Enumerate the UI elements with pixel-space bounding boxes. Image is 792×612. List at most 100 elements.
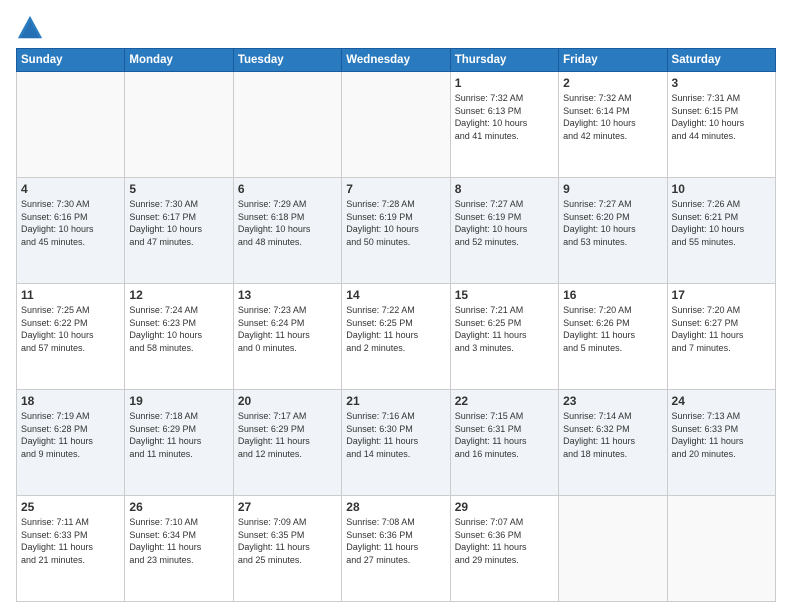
calendar-cell: 26 Sunrise: 7:10 AM Sunset: 6:34 PM Dayli… bbox=[125, 496, 233, 602]
day-number: 21 bbox=[346, 394, 445, 408]
calendar-cell: 29 Sunrise: 7:07 AM Sunset: 6:36 PM Dayli… bbox=[450, 496, 558, 602]
calendar-cell: 9 Sunrise: 7:27 AM Sunset: 6:20 PM Daylig… bbox=[559, 178, 667, 284]
calendar-cell bbox=[17, 72, 125, 178]
day-number: 6 bbox=[238, 182, 337, 196]
calendar-cell: 13Sunrise: 7:23 AM Sunset: 6:24 PM Dayli… bbox=[233, 284, 341, 390]
calendar-cell: 25Sunrise: 7:11 AM Sunset: 6:33 PM Dayli… bbox=[17, 496, 125, 602]
calendar-cell: 12 Sunrise: 7:24 AM Sunset: 6:23 PM Dayli… bbox=[125, 284, 233, 390]
calendar-cell: 24Sunrise: 7:13 AM Sunset: 6:33 PM Dayli… bbox=[667, 390, 775, 496]
day-info: Sunrise: 7:07 AM Sunset: 6:36 PM Dayligh… bbox=[455, 516, 554, 566]
calendar-cell: 28 Sunrise: 7:08 AM Sunset: 6:36 PM Dayli… bbox=[342, 496, 450, 602]
weekday-header-friday: Friday bbox=[559, 49, 667, 72]
day-number: 23 bbox=[563, 394, 662, 408]
day-info: Sunrise: 7:22 AM Sunset: 6:25 PM Dayligh… bbox=[346, 304, 445, 354]
day-number: 27 bbox=[238, 500, 337, 514]
calendar-cell: 16 Sunrise: 7:20 AM Sunset: 6:26 PM Dayli… bbox=[559, 284, 667, 390]
day-info: Sunrise: 7:28 AM Sunset: 6:19 PM Dayligh… bbox=[346, 198, 445, 248]
calendar-week-row: 1 Sunrise: 7:32 AM Sunset: 6:13 PM Daylig… bbox=[17, 72, 776, 178]
day-number: 15 bbox=[455, 288, 554, 302]
calendar-cell: 8 Sunrise: 7:27 AM Sunset: 6:19 PM Daylig… bbox=[450, 178, 558, 284]
calendar-cell: 5Sunrise: 7:30 AM Sunset: 6:17 PM Daylig… bbox=[125, 178, 233, 284]
day-info: Sunrise: 7:27 AM Sunset: 6:19 PM Dayligh… bbox=[455, 198, 554, 248]
day-number: 3 bbox=[672, 76, 771, 90]
calendar-cell: 4 Sunrise: 7:30 AM Sunset: 6:16 PM Daylig… bbox=[17, 178, 125, 284]
weekday-header-thursday: Thursday bbox=[450, 49, 558, 72]
calendar-cell: 17 Sunrise: 7:20 AM Sunset: 6:27 PM Dayli… bbox=[667, 284, 775, 390]
weekday-header-row: SundayMondayTuesdayWednesdayThursdayFrid… bbox=[17, 49, 776, 72]
day-number: 22 bbox=[455, 394, 554, 408]
calendar-table: SundayMondayTuesdayWednesdayThursdayFrid… bbox=[16, 48, 776, 602]
weekday-header-tuesday: Tuesday bbox=[233, 49, 341, 72]
day-number: 28 bbox=[346, 500, 445, 514]
day-number: 26 bbox=[129, 500, 228, 514]
day-number: 20 bbox=[238, 394, 337, 408]
day-info: Sunrise: 7:31 AM Sunset: 6:15 PM Dayligh… bbox=[672, 92, 771, 142]
calendar-header bbox=[16, 10, 776, 42]
day-number: 1 bbox=[455, 76, 554, 90]
day-info: Sunrise: 7:16 AM Sunset: 6:30 PM Dayligh… bbox=[346, 410, 445, 460]
calendar-cell bbox=[125, 72, 233, 178]
day-info: Sunrise: 7:09 AM Sunset: 6:35 PM Dayligh… bbox=[238, 516, 337, 566]
day-info: Sunrise: 7:14 AM Sunset: 6:32 PM Dayligh… bbox=[563, 410, 662, 460]
weekday-header-saturday: Saturday bbox=[667, 49, 775, 72]
calendar-week-row: 25Sunrise: 7:11 AM Sunset: 6:33 PM Dayli… bbox=[17, 496, 776, 602]
calendar-cell: 11 Sunrise: 7:25 AM Sunset: 6:22 PM Dayli… bbox=[17, 284, 125, 390]
calendar-cell: 23 Sunrise: 7:14 AM Sunset: 6:32 PM Dayli… bbox=[559, 390, 667, 496]
calendar-cell bbox=[233, 72, 341, 178]
calendar-cell: 18Sunrise: 7:19 AM Sunset: 6:28 PM Dayli… bbox=[17, 390, 125, 496]
day-number: 19 bbox=[129, 394, 228, 408]
day-info: Sunrise: 7:29 AM Sunset: 6:18 PM Dayligh… bbox=[238, 198, 337, 248]
day-info: Sunrise: 7:15 AM Sunset: 6:31 PM Dayligh… bbox=[455, 410, 554, 460]
day-number: 8 bbox=[455, 182, 554, 196]
day-number: 25 bbox=[21, 500, 120, 514]
day-number: 14 bbox=[346, 288, 445, 302]
day-number: 12 bbox=[129, 288, 228, 302]
day-number: 10 bbox=[672, 182, 771, 196]
calendar-week-row: 4 Sunrise: 7:30 AM Sunset: 6:16 PM Daylig… bbox=[17, 178, 776, 284]
day-info: Sunrise: 7:20 AM Sunset: 6:27 PM Dayligh… bbox=[672, 304, 771, 354]
day-number: 2 bbox=[563, 76, 662, 90]
calendar-cell: 22 Sunrise: 7:15 AM Sunset: 6:31 PM Dayli… bbox=[450, 390, 558, 496]
day-info: Sunrise: 7:20 AM Sunset: 6:26 PM Dayligh… bbox=[563, 304, 662, 354]
day-number: 9 bbox=[563, 182, 662, 196]
calendar-cell bbox=[342, 72, 450, 178]
calendar-week-row: 11 Sunrise: 7:25 AM Sunset: 6:22 PM Dayli… bbox=[17, 284, 776, 390]
day-info: Sunrise: 7:32 AM Sunset: 6:14 PM Dayligh… bbox=[563, 92, 662, 142]
day-info: Sunrise: 7:24 AM Sunset: 6:23 PM Dayligh… bbox=[129, 304, 228, 354]
day-number: 17 bbox=[672, 288, 771, 302]
calendar-cell: 10Sunrise: 7:26 AM Sunset: 6:21 PM Dayli… bbox=[667, 178, 775, 284]
calendar-cell: 6 Sunrise: 7:29 AM Sunset: 6:18 PM Daylig… bbox=[233, 178, 341, 284]
logo-icon bbox=[16, 14, 44, 42]
calendar-cell: 19Sunrise: 7:18 AM Sunset: 6:29 PM Dayli… bbox=[125, 390, 233, 496]
day-number: 7 bbox=[346, 182, 445, 196]
calendar-cell: 1 Sunrise: 7:32 AM Sunset: 6:13 PM Daylig… bbox=[450, 72, 558, 178]
calendar-cell bbox=[559, 496, 667, 602]
calendar-cell: 2 Sunrise: 7:32 AM Sunset: 6:14 PM Daylig… bbox=[559, 72, 667, 178]
day-number: 18 bbox=[21, 394, 120, 408]
calendar-cell: 7 Sunrise: 7:28 AM Sunset: 6:19 PM Daylig… bbox=[342, 178, 450, 284]
day-number: 29 bbox=[455, 500, 554, 514]
weekday-header-monday: Monday bbox=[125, 49, 233, 72]
calendar-cell: 20 Sunrise: 7:17 AM Sunset: 6:29 PM Dayli… bbox=[233, 390, 341, 496]
calendar-cell: 21 Sunrise: 7:16 AM Sunset: 6:30 PM Dayli… bbox=[342, 390, 450, 496]
calendar-cell: 27 Sunrise: 7:09 AM Sunset: 6:35 PM Dayli… bbox=[233, 496, 341, 602]
day-info: Sunrise: 7:25 AM Sunset: 6:22 PM Dayligh… bbox=[21, 304, 120, 354]
day-number: 4 bbox=[21, 182, 120, 196]
day-info: Sunrise: 7:10 AM Sunset: 6:34 PM Dayligh… bbox=[129, 516, 228, 566]
calendar-cell: 14 Sunrise: 7:22 AM Sunset: 6:25 PM Dayli… bbox=[342, 284, 450, 390]
day-number: 16 bbox=[563, 288, 662, 302]
calendar-cell: 15 Sunrise: 7:21 AM Sunset: 6:25 PM Dayli… bbox=[450, 284, 558, 390]
logo bbox=[16, 14, 48, 42]
day-info: Sunrise: 7:32 AM Sunset: 6:13 PM Dayligh… bbox=[455, 92, 554, 142]
calendar-week-row: 18Sunrise: 7:19 AM Sunset: 6:28 PM Dayli… bbox=[17, 390, 776, 496]
calendar-cell: 3 Sunrise: 7:31 AM Sunset: 6:15 PM Daylig… bbox=[667, 72, 775, 178]
day-info: Sunrise: 7:17 AM Sunset: 6:29 PM Dayligh… bbox=[238, 410, 337, 460]
day-number: 5 bbox=[129, 182, 228, 196]
day-info: Sunrise: 7:30 AM Sunset: 6:16 PM Dayligh… bbox=[21, 198, 120, 248]
weekday-header-wednesday: Wednesday bbox=[342, 49, 450, 72]
day-number: 11 bbox=[21, 288, 120, 302]
day-info: Sunrise: 7:21 AM Sunset: 6:25 PM Dayligh… bbox=[455, 304, 554, 354]
day-info: Sunrise: 7:27 AM Sunset: 6:20 PM Dayligh… bbox=[563, 198, 662, 248]
day-info: Sunrise: 7:08 AM Sunset: 6:36 PM Dayligh… bbox=[346, 516, 445, 566]
day-info: Sunrise: 7:13 AM Sunset: 6:33 PM Dayligh… bbox=[672, 410, 771, 460]
